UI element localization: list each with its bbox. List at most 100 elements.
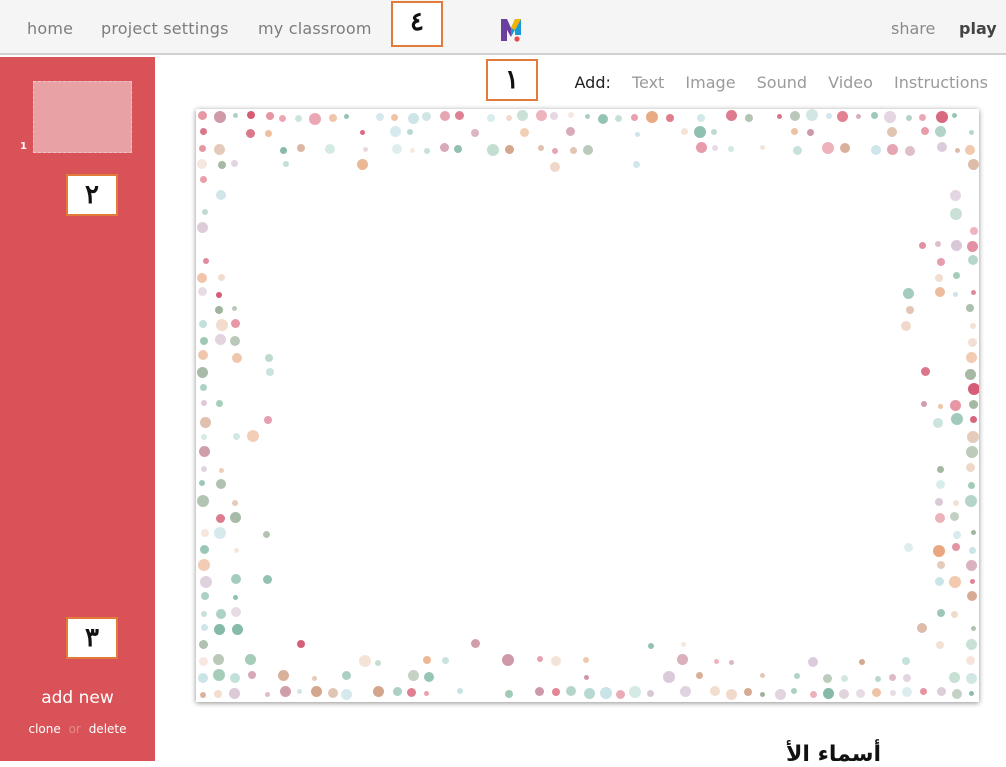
decor-dot: [971, 289, 977, 295]
decor-dot: [919, 241, 927, 249]
decor-dot: [968, 546, 976, 554]
decor-dot: [295, 114, 303, 122]
add-label: Add:: [574, 73, 611, 92]
decor-dot: [789, 110, 800, 121]
decor-dot: [599, 687, 612, 700]
decor-dot: [774, 688, 786, 700]
add-video-button[interactable]: Video: [828, 73, 873, 92]
decor-dot: [632, 160, 640, 168]
decor-dot: [197, 111, 207, 121]
nav-share[interactable]: share: [891, 19, 935, 38]
decor-dot: [965, 144, 976, 155]
decor-dot: [214, 144, 226, 156]
decor-dot: [199, 320, 208, 329]
decor-dot: [197, 158, 207, 169]
decor-dot: [229, 688, 241, 700]
decor-dot: [199, 128, 207, 136]
decor-dot: [970, 625, 976, 631]
nav-project-settings[interactable]: project settings: [101, 19, 229, 38]
decor-dot: [953, 271, 961, 279]
nav-play[interactable]: play: [959, 19, 997, 38]
decor-dot: [967, 254, 978, 265]
decor-dot: [550, 656, 561, 667]
decor-dot: [903, 674, 911, 683]
decor-dot: [502, 653, 515, 666]
delete-button[interactable]: delete: [89, 722, 127, 736]
decor-dot: [584, 674, 590, 680]
decor-dot: [407, 129, 414, 136]
add-text-button[interactable]: Text: [632, 73, 664, 92]
decor-dot: [439, 111, 450, 122]
decor-dot: [760, 144, 766, 150]
clone-button[interactable]: clone: [28, 722, 60, 736]
add-new-slide-button[interactable]: add new: [0, 688, 155, 708]
decor-dot: [696, 672, 704, 680]
slide-canvas[interactable]: [196, 109, 979, 702]
decor-dot: [343, 114, 349, 120]
decor-dot: [679, 685, 691, 697]
decor-dot: [198, 672, 209, 683]
decor-dot: [967, 430, 979, 443]
slide-thumbnail[interactable]: [33, 81, 132, 153]
decor-dot: [934, 497, 943, 506]
decor-dot: [199, 575, 212, 588]
decor-dot: [278, 669, 290, 681]
decor-dot: [363, 146, 369, 152]
decor-dot: [230, 511, 242, 523]
app-logo-icon[interactable]: [499, 15, 523, 43]
decor-dot: [921, 366, 931, 376]
decor-dot: [647, 690, 655, 698]
decor-dot: [423, 690, 429, 696]
decor-dot: [229, 672, 240, 683]
add-sound-button[interactable]: Sound: [757, 73, 807, 92]
nav-my-classroom[interactable]: my classroom: [258, 19, 372, 38]
decor-dot: [949, 511, 959, 521]
decor-dot: [198, 145, 206, 153]
decor-dot: [870, 111, 878, 119]
decor-dot: [837, 110, 849, 122]
add-image-button[interactable]: Image: [685, 73, 735, 92]
decor-dot: [806, 129, 814, 137]
decor-dot: [950, 611, 958, 619]
decor-dot: [230, 159, 238, 167]
decor-dot: [967, 383, 979, 396]
decor-dot: [200, 400, 207, 407]
add-instructions-button[interactable]: Instructions: [894, 73, 988, 92]
decor-dot: [486, 114, 495, 123]
decor-dot: [935, 273, 944, 282]
decor-dot: [199, 544, 209, 554]
decor-dot: [233, 113, 239, 119]
decor-dot: [232, 499, 239, 506]
decor-dot: [311, 676, 317, 682]
decor-dot: [219, 468, 225, 474]
decor-dot: [968, 159, 979, 171]
callout-1: ١: [486, 59, 538, 101]
decor-dot: [567, 112, 574, 118]
decor-dot: [934, 287, 945, 298]
decor-dot: [202, 209, 208, 216]
decor-dot: [726, 689, 738, 701]
decor-dot: [676, 654, 688, 666]
decor-dot: [965, 673, 977, 685]
decor-dot: [951, 689, 962, 700]
decor-dot: [535, 686, 545, 696]
decor-dot: [920, 400, 927, 407]
decor-dot: [932, 544, 945, 557]
decor-dot: [760, 673, 766, 679]
decor-dot: [760, 692, 766, 698]
decor-dot: [855, 688, 865, 698]
decor-dot: [198, 639, 208, 649]
decor-dot: [391, 143, 402, 154]
decor-dot: [969, 129, 975, 135]
nav-home[interactable]: home: [27, 19, 73, 38]
decor-dot: [790, 128, 798, 136]
decor-dot: [886, 127, 897, 137]
decor-dot: [218, 274, 226, 282]
decor-dot: [423, 656, 432, 665]
decor-dot: [971, 530, 977, 536]
decor-dot: [952, 530, 961, 539]
decor-dot: [263, 531, 271, 539]
decor-dot: [215, 319, 228, 332]
decor-dot: [950, 399, 962, 411]
decor-dot: [196, 495, 209, 508]
